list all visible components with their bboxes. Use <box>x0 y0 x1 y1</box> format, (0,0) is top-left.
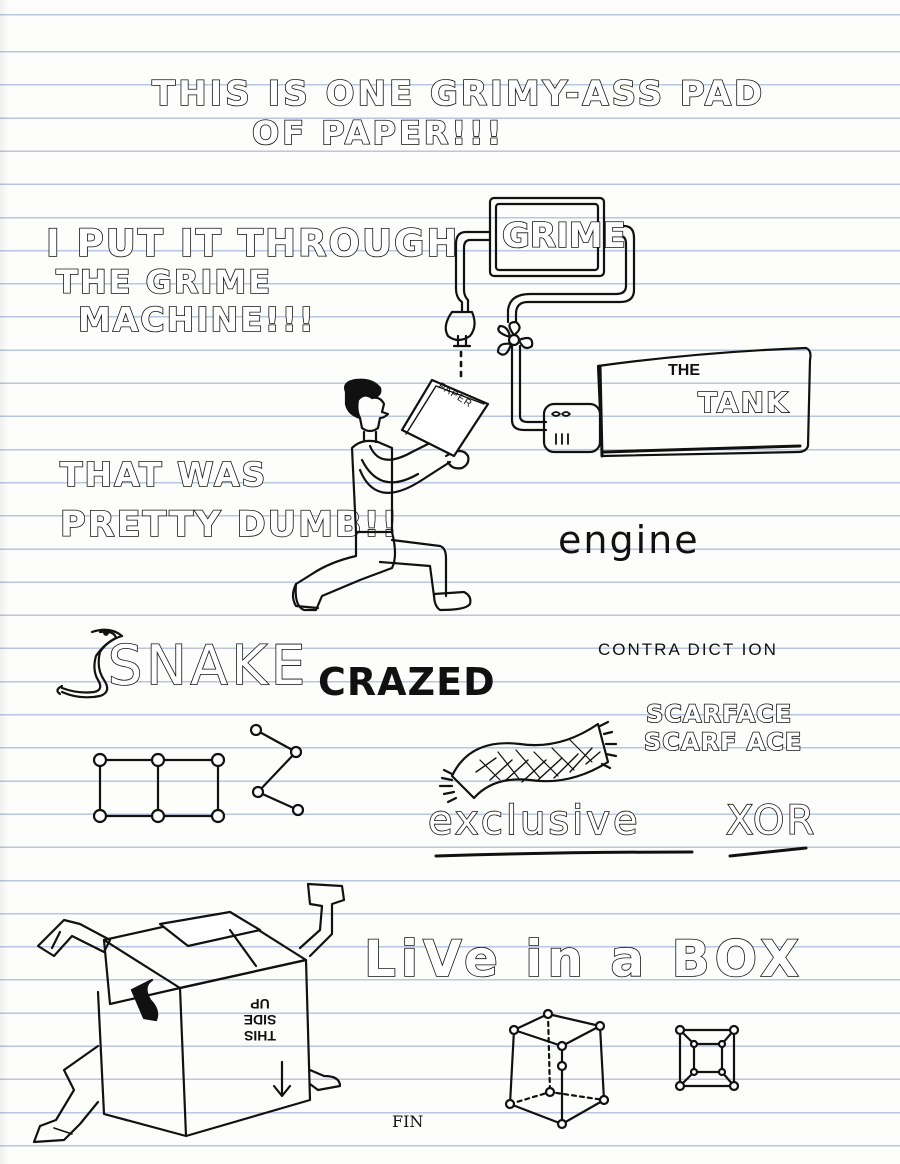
xor-underline <box>728 846 808 858</box>
crazed-text: CRAZED <box>318 660 496 704</box>
notebook-page: { "title": { "line1": "THIS IS ONE GRIMY… <box>0 0 900 1164</box>
live-in-a-box-text: LiVe in a BOX <box>363 929 804 989</box>
node-chain <box>249 723 305 817</box>
grime-label: GRIME <box>501 215 626 257</box>
contradiction-text: CONTRA DICT ION <box>598 640 778 659</box>
doodle-drawings <box>32 196 812 1144</box>
scarface-line-2: SCARF ACE <box>643 727 803 757</box>
cube-wireframe <box>504 1008 610 1130</box>
box-person <box>32 882 346 1144</box>
nested-squares <box>674 1024 740 1092</box>
scarface-line-1: SCARFACE <box>645 699 793 729</box>
this-side-up-line-3: UP <box>250 996 270 1012</box>
engine-text: engine <box>558 518 700 562</box>
this-side-up-line-1: THIS <box>244 1028 276 1044</box>
this-side-up-line-2: SIDE <box>243 1012 277 1028</box>
exclusive-underline <box>434 850 694 858</box>
scarf-drawing <box>438 720 618 804</box>
this-side-up-label: THIS SIDE UP <box>232 996 288 1044</box>
fin-text: FIN <box>392 1112 424 1131</box>
snake-text: SNAKE <box>107 633 310 698</box>
kneeling-person <box>291 378 490 612</box>
xor-text: XOR <box>725 797 817 845</box>
tank-label-line-1: THE <box>668 362 700 379</box>
tank-label-line-2: TANK <box>697 385 790 420</box>
node-grid <box>92 752 226 824</box>
exclusive-text: exclusive <box>427 797 641 845</box>
